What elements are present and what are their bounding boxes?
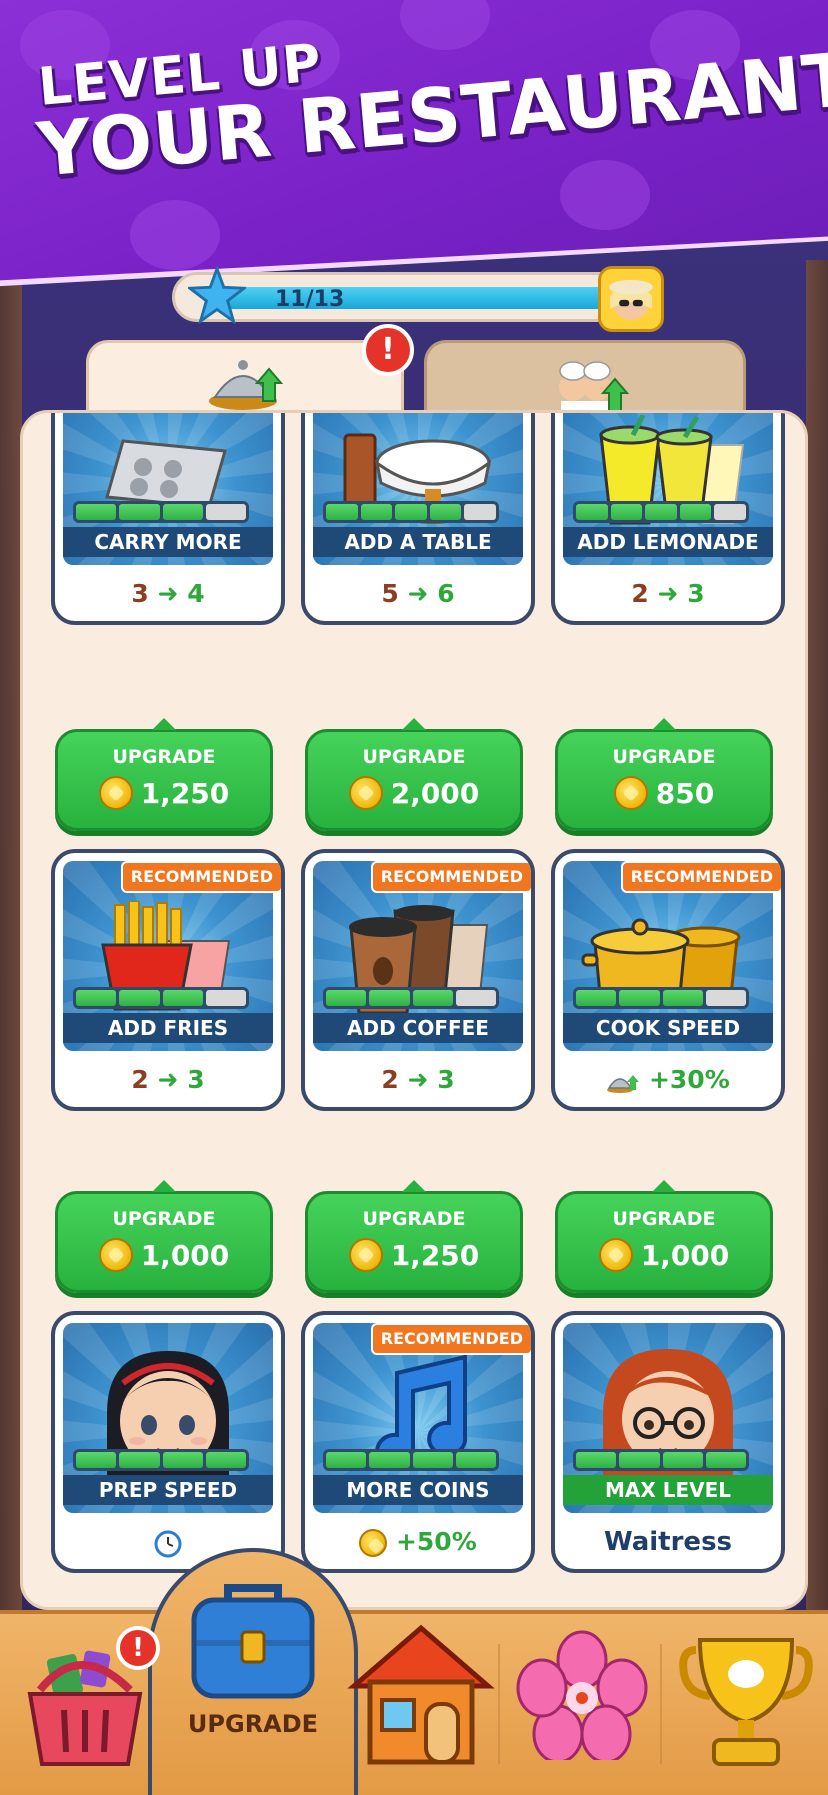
upgrade-card-add-fries[interactable]: RECOMMENDED ADD FRIES 2 ➜ 3 bbox=[51, 849, 285, 1111]
sunglasses-girl-icon bbox=[609, 279, 653, 320]
card-title: ADD FRIES bbox=[63, 1013, 273, 1043]
upgrade-card-add-coffee[interactable]: RECOMMENDED ADD COFFEE 2 ➜ 3 bbox=[301, 849, 535, 1111]
upgrade-card-add-table[interactable]: ADD A TABLE 5 ➜ 6 bbox=[301, 413, 535, 625]
coin-icon bbox=[98, 776, 133, 810]
clock-icon bbox=[154, 1530, 182, 1558]
price: 1,250 bbox=[140, 776, 230, 810]
level-bar bbox=[73, 501, 249, 523]
upgrade-card-add-lemonade[interactable]: ADD LEMONADE 2 ➜ 3 bbox=[551, 413, 785, 625]
cloud-pattern bbox=[560, 160, 650, 230]
nav-upgrade-label: UPGRADE bbox=[187, 1710, 319, 1738]
upgrade-button-cook-speed[interactable]: UPGRADE 1,000 bbox=[555, 1180, 773, 1293]
cloche-icon bbox=[607, 1075, 640, 1093]
cloud-pattern bbox=[130, 200, 220, 270]
level-progress-text: 11/13 bbox=[275, 287, 345, 312]
level-bar bbox=[323, 1449, 499, 1471]
star-icon bbox=[188, 266, 246, 324]
wood-wall-left bbox=[0, 260, 22, 1620]
price: 1,000 bbox=[140, 1238, 230, 1272]
recommended-tag: RECOMMENDED bbox=[370, 1323, 531, 1355]
coin-icon bbox=[598, 1238, 633, 1272]
card-stat: 5 ➜ 6 bbox=[381, 579, 455, 608]
nav-decor[interactable] bbox=[512, 1630, 652, 1795]
card-title: MAX LEVEL bbox=[563, 1475, 773, 1505]
upgrade-card-prep-speed[interactable]: PREP SPEED bbox=[51, 1311, 285, 1573]
upgrade-panel: CARRY MORE 3 ➜ 4 ADD A TABLE 5 ➜ 6 ADD L… bbox=[20, 410, 808, 1610]
card-title: CARRY MORE bbox=[63, 527, 273, 557]
upgrade-card-more-coins[interactable]: RECOMMENDED MORE COINS +50% bbox=[301, 1311, 535, 1573]
level-bar bbox=[573, 987, 749, 1009]
card-title: PREP SPEED bbox=[63, 1475, 273, 1505]
level-bar bbox=[73, 987, 249, 1009]
arrow-right-icon: ➜ bbox=[157, 1065, 179, 1094]
upgrade-card-cook-speed[interactable]: RECOMMENDED COOK SPEED +30% bbox=[551, 849, 785, 1111]
nav-restaurant[interactable] bbox=[346, 1620, 496, 1795]
card-stat: +50% bbox=[305, 1527, 531, 1557]
upgrade-card-carry-more[interactable]: CARRY MORE 3 ➜ 4 bbox=[51, 413, 285, 625]
level-bar bbox=[573, 501, 749, 523]
coin-icon bbox=[348, 1238, 383, 1272]
level-bar bbox=[323, 987, 499, 1009]
cloche-upgrade-icon bbox=[209, 360, 284, 410]
recommended-tag: RECOMMENDED bbox=[120, 861, 281, 893]
upgrade-button-add-fries[interactable]: UPGRADE 1,000 bbox=[55, 1180, 273, 1293]
coin-icon bbox=[348, 776, 383, 810]
arrow-right-icon: ➜ bbox=[407, 1065, 429, 1094]
card-stat: 2 ➜ 3 bbox=[131, 1065, 205, 1094]
card-stat: 3 ➜ 4 bbox=[131, 579, 205, 608]
upgrade-button-add-lemonade[interactable]: UPGRADE 850 bbox=[555, 718, 773, 831]
chefs-upgrade-icon bbox=[559, 361, 630, 415]
nav-shop[interactable]: ! bbox=[20, 1626, 160, 1795]
upgrade-button-add-table[interactable]: UPGRADE 2,000 bbox=[305, 718, 523, 831]
wood-wall-right bbox=[806, 260, 828, 1620]
arrow-right-icon: ➜ bbox=[657, 579, 679, 608]
shop-alert-badge: ! bbox=[116, 1626, 160, 1670]
card-title: MORE COINS bbox=[313, 1475, 523, 1505]
coin-icon bbox=[359, 1529, 388, 1557]
arrow-right-icon: ➜ bbox=[407, 579, 429, 608]
level-bar bbox=[573, 1449, 749, 1471]
price: 850 bbox=[655, 776, 715, 810]
recommended-tag: RECOMMENDED bbox=[620, 861, 781, 893]
upgrade-button-carry-more[interactable]: UPGRADE 1,250 bbox=[55, 718, 273, 831]
player-avatar[interactable] bbox=[598, 266, 664, 332]
card-stat: +30% bbox=[555, 1065, 781, 1094]
card-title: COOK SPEED bbox=[563, 1013, 773, 1043]
price: 1,000 bbox=[640, 1238, 730, 1272]
card-stat: 2 ➜ 3 bbox=[631, 579, 705, 608]
nav-upgrade[interactable]: UPGRADE bbox=[168, 1568, 338, 1753]
upgrade-card-waitress[interactable]: MAX LEVEL Waitress bbox=[551, 1311, 785, 1573]
flower-icon bbox=[516, 1630, 648, 1764]
level-bar bbox=[73, 1449, 249, 1471]
price: 1,250 bbox=[390, 1238, 480, 1272]
level-bar bbox=[323, 501, 499, 523]
card-stat: Waitress bbox=[603, 1527, 733, 1557]
upgrade-button-add-coffee[interactable]: UPGRADE 1,250 bbox=[305, 1180, 523, 1293]
price: 2,000 bbox=[390, 776, 480, 810]
card-title: ADD COFFEE bbox=[313, 1013, 523, 1043]
card-title: ADD A TABLE bbox=[313, 527, 523, 557]
cloud-pattern bbox=[400, 0, 490, 50]
coin-icon bbox=[613, 776, 648, 810]
trophy-icon bbox=[679, 1638, 813, 1766]
card-stat: 2 ➜ 3 bbox=[381, 1065, 455, 1094]
card-title: ADD LEMONADE bbox=[563, 527, 773, 557]
recommended-tag: RECOMMENDED bbox=[370, 861, 531, 893]
nav-trophy[interactable] bbox=[676, 1630, 816, 1795]
house-icon bbox=[347, 1624, 495, 1765]
tab-alert-badge: ! bbox=[362, 324, 414, 376]
arrow-right-icon: ➜ bbox=[157, 579, 179, 608]
coin-icon bbox=[98, 1238, 133, 1272]
briefcase-icon bbox=[191, 1584, 315, 1699]
